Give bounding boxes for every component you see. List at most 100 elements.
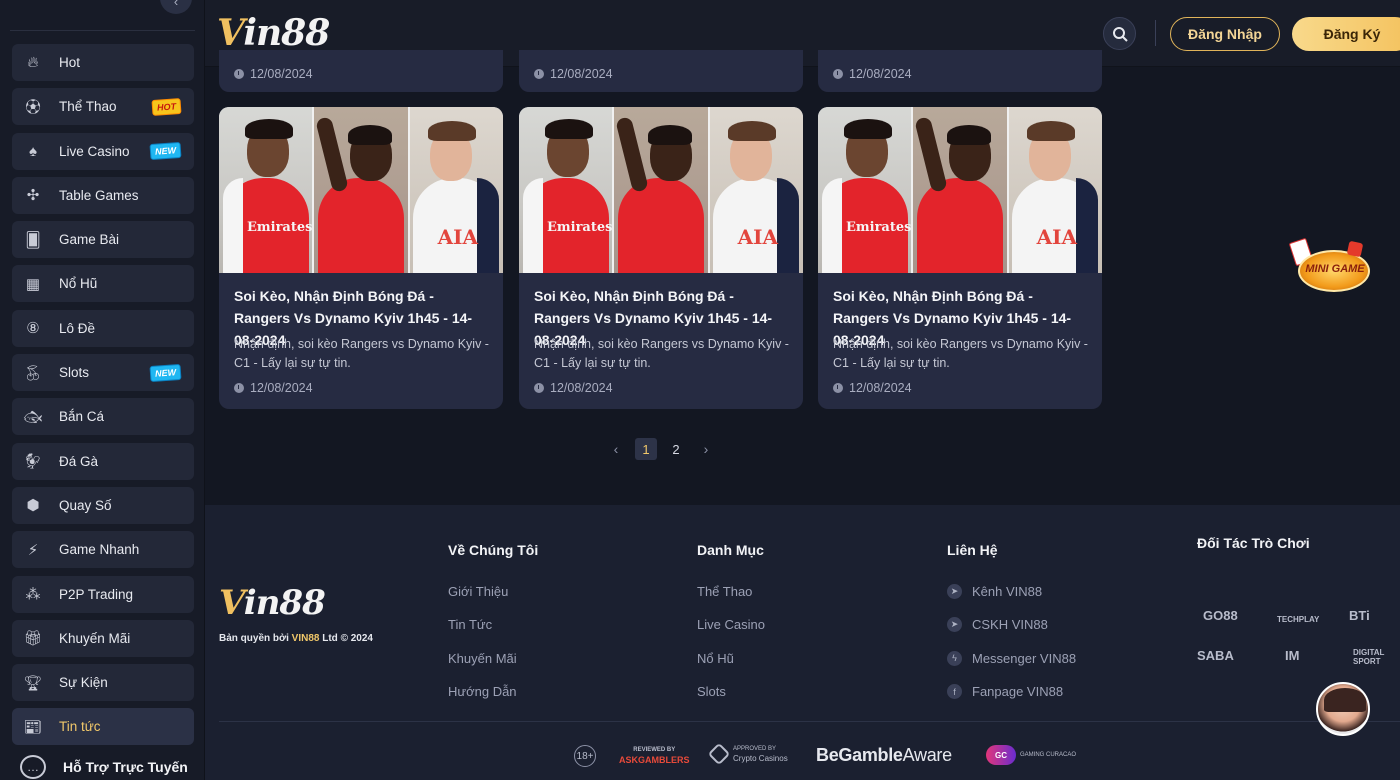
sidebar-item-label: Game Nhanh [59,542,140,558]
gaming-curacao-badge: GC GAMING CURACAO [986,745,1076,765]
new-badge: NEW [149,142,182,161]
prev-page-button[interactable]: ‹ [605,438,627,460]
date-text: 12/08/2024 [250,67,313,81]
sidebar-item-label: Sự Kiện [59,675,108,691]
sidebar-item-game-bai[interactable]: 🂠 Game Bài [12,221,194,259]
news-card-partial[interactable]: 12/08/2024 [519,50,803,92]
mini-game-button[interactable]: MINI GAME [1288,236,1382,298]
news-card[interactable]: Emirates AIA Soi Kèo, Nhận Định Bóng Đá … [519,107,803,409]
clock-icon [234,69,244,79]
gift-icon: 🎁︎ [23,630,43,648]
news-card[interactable]: Emirates AIA Soi Kèo, Nhận Định Bóng Đá … [219,107,503,409]
shirt-sponsor: AIA [1036,225,1078,249]
facebook-icon: f [947,684,962,700]
footer-link-kenh-vin88[interactable]: ➤ Kênh VIN88 [947,575,1076,608]
sidebar-item-no-hu[interactable]: ▦ Nổ Hũ [12,265,194,303]
search-icon [1112,26,1128,42]
trophy-icon: 🏆︎ [23,674,43,692]
begambleaware-badge: BeGambleAware [816,745,952,766]
sidebar-item-label: Nổ Hũ [59,276,98,292]
cards-icon: 🂠 [25,231,41,249]
copyright-brand: VIN88 [291,633,320,644]
slot-machine-icon: ▦ [25,275,41,293]
partner-logo-digital-sport: DIGITAL SPORT [1353,648,1385,666]
sidebar-item-label: Khuyến Mãi [59,630,131,646]
sidebar-item-lo-de[interactable]: ⑧ Lô Đề [12,309,194,347]
partners-title: Đối Tác Trò Chơi [1197,535,1310,551]
footer-link-messenger-vin88[interactable]: ϟ Messenger VIN88 [947,642,1076,675]
clock-icon [534,383,544,393]
support-label: Hỗ Trợ Trực Tuyến [63,759,188,775]
chat-bubble-icon: … [20,755,46,779]
sidebar-item-the-thao[interactable]: ⚽︎ Thể Thao HOT [12,88,194,126]
sidebar-item-tin-tuc[interactable]: 📰︎ Tin tức [12,708,194,746]
card-date: 12/08/2024 [234,381,313,395]
footer-link-khuyen-mai[interactable]: Khuyến Mãi [448,642,538,675]
footer-link-cskh-vin88[interactable]: ➤ CSKH VIN88 [947,608,1076,641]
page-1-button[interactable]: 1 [635,438,657,460]
sidebar-item-live-casino[interactable]: ♠ Live Casino NEW [12,132,194,170]
player-photo [314,107,410,273]
sidebar-item-table-games[interactable]: ✣ Table Games [12,176,194,214]
register-button[interactable]: Đăng Ký [1292,17,1400,51]
spade-icon: ♠ [29,142,37,160]
footer-link-tin-tuc[interactable]: Tin Tức [448,608,538,641]
clock-icon [534,69,544,79]
card-thumbnail: Emirates AIA [219,107,503,273]
date-text: 12/08/2024 [550,67,613,81]
search-button[interactable] [1103,17,1136,50]
ask-main-text: ASKGAMBLERS [619,755,690,765]
news-card-partial[interactable]: 12/08/2024 [219,50,503,92]
footer-link-huong-dan[interactable]: Hướng Dẫn [448,675,538,708]
sidebar-item-quay-so[interactable]: ⬢ Quay Số [12,486,194,524]
live-support-button[interactable]: … Hỗ Trợ Trực Tuyến [20,755,188,779]
support-agent-avatar[interactable] [1316,682,1370,736]
sidebar-item-label: Table Games [59,187,139,203]
clock-icon [234,383,244,393]
collapse-sidebar-button[interactable]: ‹ [160,0,192,14]
partner-logo-im: IM [1285,648,1300,663]
partner-logo-go88: GO88 [1203,608,1238,623]
site-footer: Vin88 Bản quyền bởi VIN88 Ltd © 2024 Về … [205,505,1400,780]
sidebar-item-slots[interactable]: 🍒︎ Slots NEW [12,354,194,392]
messenger-icon: ϟ [947,650,962,666]
sidebar-item-label: Lô Đề [59,320,96,336]
card-date: 12/08/2024 [534,67,613,81]
vin88-logo[interactable]: Vin88 [217,12,330,54]
sidebar-item-hot[interactable]: 🔥︎ Hot [12,44,194,81]
footer-link-no-hu[interactable]: Nổ Hũ [697,642,765,675]
sidebar-item-label: Slots [59,365,90,381]
player-photo: Emirates [219,107,315,273]
card-thumbnail: Emirates AIA [818,107,1102,273]
card-date: 12/08/2024 [833,67,912,81]
next-page-button[interactable]: › [695,438,717,460]
sidebar-menu: 🔥︎ Hot ⚽︎ Thể Thao HOT ♠ Live Casino NEW… [12,44,194,753]
shirt-sponsor: Emirates [845,220,912,235]
footer-link-fanpage-vin88[interactable]: f Fanpage VIN88 [947,675,1076,708]
gaming-curacao-text: GAMING CURACAO [1020,751,1077,758]
date-text: 12/08/2024 [849,67,912,81]
login-button[interactable]: Đăng Nhập [1170,17,1280,51]
footer-vin88-logo[interactable]: Vin88 [219,583,326,623]
telegram-icon: ➤ [947,584,962,600]
sidebar-item-p2p-trading[interactable]: ⁂ P2P Trading [12,575,194,613]
footer-link-the-thao[interactable]: Thể Thao [697,575,765,608]
news-icon: 📰︎ [23,718,43,736]
sidebar-item-ban-ca[interactable]: 🐟︎ Bắn Cá [12,398,194,436]
footer-column-title: Liên Hệ [947,542,998,558]
sidebar-item-game-nhanh[interactable]: ⚡︎ Game Nhanh [12,531,194,569]
news-card[interactable]: Emirates AIA Soi Kèo, Nhận Định Bóng Đá … [818,107,1102,409]
footer-link-label: Kênh VIN88 [972,584,1043,600]
footer-link-slots[interactable]: Slots [697,675,765,708]
sidebar-item-su-kien[interactable]: 🏆︎ Sự Kiện [12,664,194,702]
news-card-partial[interactable]: 12/08/2024 [818,50,1102,92]
footer-link-gioi-thieu[interactable]: Giới Thiệu [448,575,538,608]
copyright-suffix: Ltd © 2024 [319,633,373,644]
page-2-button[interactable]: 2 [665,438,687,460]
sidebar-item-khuyen-mai[interactable]: 🎁︎ Khuyến Mãi [12,619,194,657]
sidebar-item-da-ga[interactable]: 🐓︎ Đá Gà [12,442,194,480]
gamble-light-text: Aware [902,745,953,765]
footer-link-live-casino[interactable]: Live Casino [697,608,765,641]
partner-logo-saba: SABA [1197,648,1234,663]
partner-logo-bti: BTi [1349,608,1370,623]
